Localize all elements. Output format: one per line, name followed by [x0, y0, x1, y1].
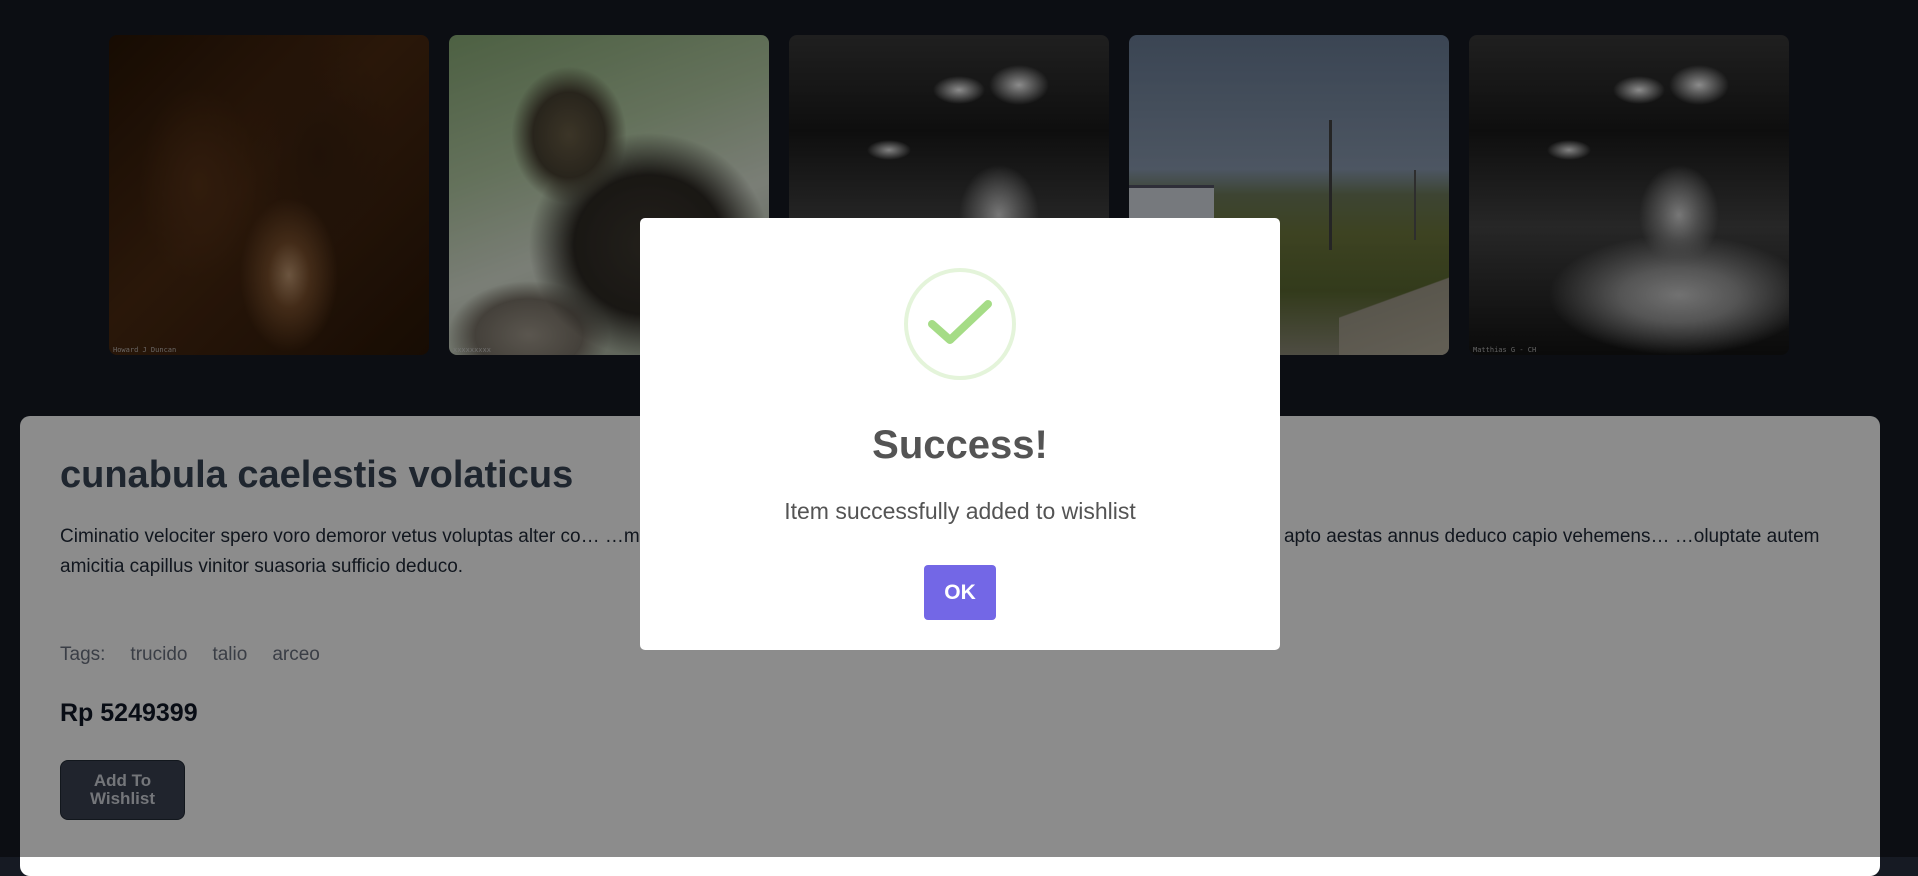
- success-icon: [904, 268, 1016, 380]
- success-dialog: Success! Item successfully added to wish…: [640, 218, 1280, 650]
- dialog-title: Success!: [872, 423, 1048, 467]
- dialog-message: Item successfully added to wishlist: [784, 498, 1136, 524]
- ok-button[interactable]: OK: [924, 565, 996, 620]
- checkmark-icon: [928, 300, 992, 344]
